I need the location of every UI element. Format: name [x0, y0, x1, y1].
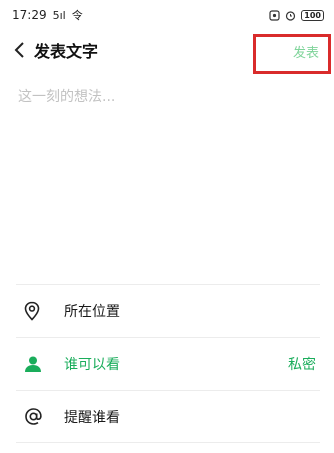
back-button[interactable] — [6, 34, 32, 66]
option-mention[interactable]: 提醒谁看 — [16, 390, 320, 443]
publish-button[interactable]: 发表 — [255, 36, 327, 66]
options-list: 所在位置 谁可以看 私密 提醒谁看 — [0, 284, 334, 443]
option-visibility-value: 私密 — [288, 357, 316, 373]
option-location[interactable]: 所在位置 — [16, 284, 320, 337]
at-icon — [16, 407, 48, 426]
option-mention-label: 提醒谁看 — [64, 409, 120, 426]
network-icon: 令 — [71, 9, 83, 22]
chevron-left-icon — [14, 42, 24, 58]
publish-label: 发表 — [292, 45, 319, 61]
status-left: 17:29 5ıl 令 — [12, 7, 83, 23]
nav-bar: 发表文字 发表 — [0, 30, 334, 74]
option-visibility-label: 谁可以看 — [64, 357, 120, 373]
battery-icon: 100 — [301, 9, 324, 21]
option-visibility[interactable]: 谁可以看 私密 — [16, 337, 320, 390]
option-location-label: 所在位置 — [64, 304, 120, 320]
location-pin-icon — [16, 301, 48, 321]
status-bar: 17:29 5ıl 令 100 — [0, 0, 334, 30]
person-icon — [16, 355, 48, 373]
compose-input[interactable] — [0, 82, 334, 272]
signal-icon: 5ıl — [52, 8, 66, 22]
status-time: 17:29 — [12, 8, 47, 22]
nfc-icon — [269, 9, 280, 21]
status-right: 100 — [269, 9, 324, 21]
alarm-icon — [286, 10, 296, 21]
page-title: 发表文字 — [34, 42, 99, 61]
